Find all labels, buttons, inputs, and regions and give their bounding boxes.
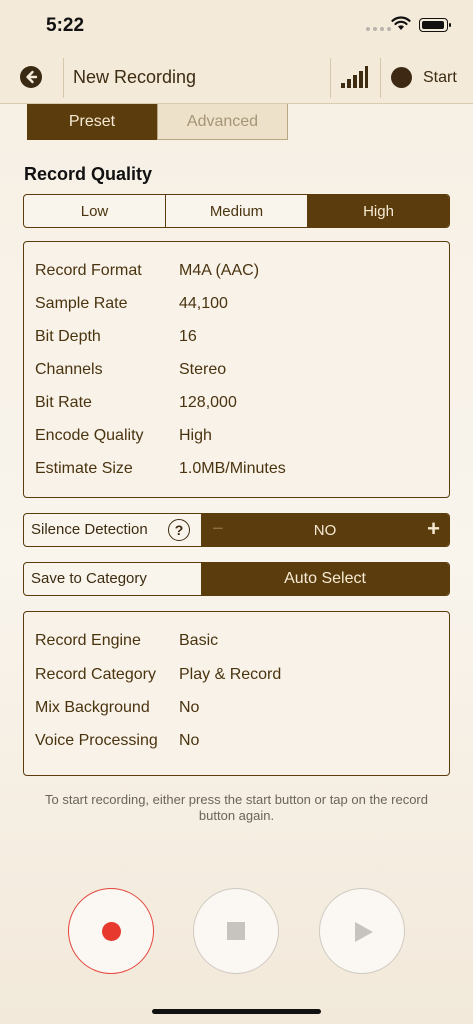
info-label: Record Category — [35, 666, 156, 683]
info-value: 1.0MB/Minutes — [179, 460, 286, 477]
silence-detection-stepper: − NO + — [201, 514, 449, 546]
info-label: Record Engine — [35, 632, 141, 649]
signal-level-icon[interactable] — [341, 66, 368, 88]
nav-divider — [63, 58, 64, 98]
home-indicator[interactable] — [152, 1009, 321, 1014]
info-label: Mix Background — [35, 699, 150, 716]
save-category-row: Save to Category Auto Select — [23, 562, 450, 596]
nav-divider — [380, 58, 381, 98]
play-icon — [355, 922, 373, 942]
info-label: Channels — [35, 361, 103, 378]
info-value: Stereo — [179, 361, 227, 378]
record-icon — [102, 922, 121, 941]
nav-bar: New Recording Start — [0, 50, 473, 104]
info-value: Basic — [179, 632, 219, 649]
start-button[interactable]: Start — [423, 69, 457, 87]
increment-button[interactable]: + — [427, 516, 440, 542]
silence-detection-row: Silence Detection ? − NO + — [23, 513, 450, 547]
stop-button[interactable] — [193, 888, 279, 974]
nav-divider — [330, 58, 331, 98]
cellular-dots-icon — [366, 27, 391, 31]
info-label: Record Format — [35, 262, 142, 279]
info-label: Bit Depth — [35, 328, 101, 345]
info-value: 44,100 — [179, 295, 228, 312]
play-button[interactable] — [319, 888, 405, 974]
format-info-panel: Record Format M4A (AAC) Sample Rate 44,1… — [23, 241, 450, 498]
recording-hint: To start recording, either press the sta… — [45, 792, 428, 823]
info-value: No — [179, 699, 200, 716]
status-bar: 5:22 — [0, 0, 473, 50]
status-time: 5:22 — [46, 15, 85, 36]
info-value: Play & Record — [179, 666, 282, 683]
tab-advanced[interactable]: Advanced — [157, 104, 288, 140]
tab-preset[interactable]: Preset — [27, 104, 157, 140]
info-value: 128,000 — [179, 394, 237, 411]
help-icon[interactable]: ? — [168, 519, 190, 541]
quality-option-medium[interactable]: Medium — [166, 195, 308, 227]
info-label: Voice Processing — [35, 732, 158, 749]
wifi-icon — [391, 16, 411, 30]
info-label: Encode Quality — [35, 427, 144, 444]
mode-tabs: Preset Advanced — [27, 104, 288, 140]
back-button[interactable] — [20, 66, 42, 88]
info-value: M4A (AAC) — [179, 262, 260, 279]
save-category-label: Save to Category — [31, 570, 147, 587]
page-title: New Recording — [73, 67, 197, 87]
info-value: 16 — [179, 328, 197, 345]
info-value: High — [179, 427, 212, 444]
info-label: Bit Rate — [35, 394, 92, 411]
info-label: Sample Rate — [35, 295, 128, 312]
quality-option-high[interactable]: High — [308, 195, 449, 227]
quality-segmented-control: Low Medium High — [23, 194, 450, 228]
back-arrow-icon — [26, 70, 38, 84]
info-label: Estimate Size — [35, 460, 133, 477]
record-indicator-icon[interactable] — [391, 67, 412, 88]
silence-detection-value: NO — [313, 522, 337, 539]
engine-info-panel: Record Engine Basic Record Category Play… — [23, 611, 450, 776]
battery-icon — [419, 18, 451, 32]
record-button[interactable] — [68, 888, 154, 974]
silence-detection-label: Silence Detection — [31, 521, 148, 538]
category-select-button[interactable]: Auto Select — [201, 563, 449, 595]
record-quality-title: Record Quality — [24, 164, 153, 184]
info-value: No — [179, 732, 200, 749]
quality-option-low[interactable]: Low — [24, 195, 166, 227]
stop-icon — [227, 922, 245, 940]
